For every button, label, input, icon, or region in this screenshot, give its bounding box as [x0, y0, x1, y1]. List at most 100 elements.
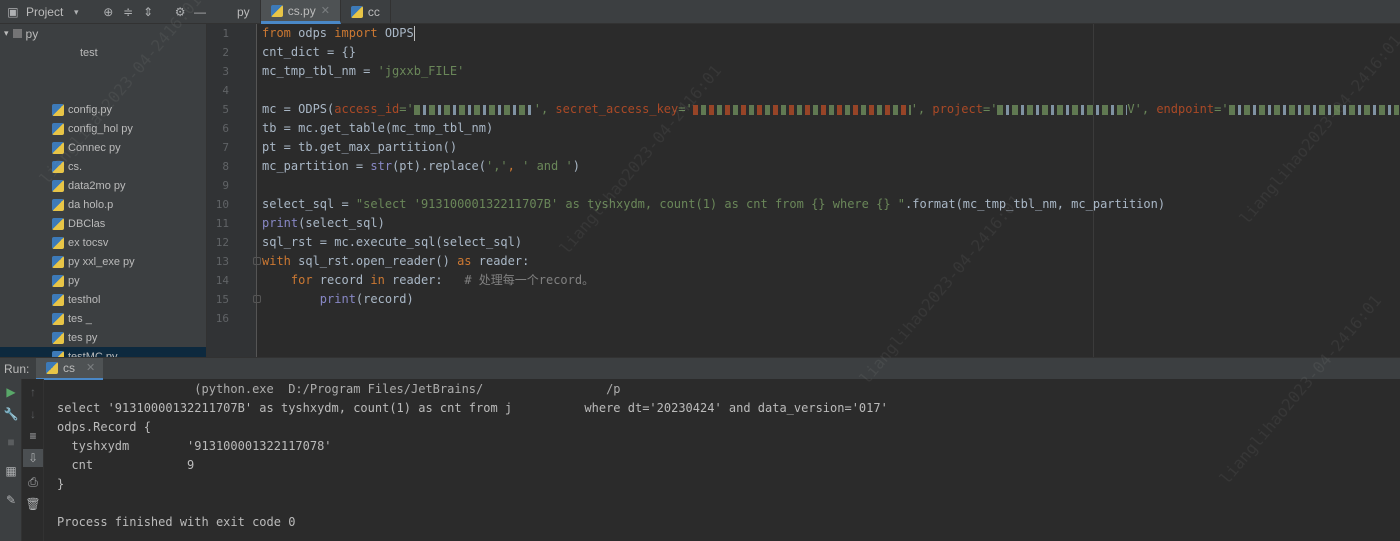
- file-item[interactable]: py: [0, 271, 206, 290]
- file-item[interactable]: da holo.p: [0, 195, 206, 214]
- chevron-down-icon[interactable]: ▾: [4, 28, 9, 39]
- file-label: tes py: [68, 331, 98, 344]
- tree-root[interactable]: ▾ py: [0, 24, 206, 43]
- token: sql_rst.open_reader(): [290, 254, 458, 268]
- tab-file-3[interactable]: cc: [341, 0, 391, 24]
- down-icon[interactable]: ↓: [23, 405, 43, 423]
- file-item[interactable]: cs.: [0, 157, 206, 176]
- tab-label: cc: [367, 5, 380, 19]
- file-item[interactable]: data2mo py: [0, 176, 206, 195]
- console-output[interactable]: (python.exe D:/Program Files/JetBrains/ …: [57, 380, 1397, 532]
- print-icon[interactable]: ⎙: [23, 473, 43, 491]
- python-file-icon: [52, 293, 64, 306]
- kw: with: [262, 254, 291, 268]
- code-area[interactable]: from odps import ODPS cnt_dict = {} mc_t…: [262, 24, 1400, 328]
- python-file-icon: [52, 198, 64, 211]
- string: ' and ': [522, 159, 573, 173]
- run-icon[interactable]: ▶: [1, 383, 21, 401]
- string: ',: [910, 102, 933, 116]
- string: =': [399, 102, 414, 116]
- string: =': [678, 102, 693, 116]
- pin-icon[interactable]: ✎: [1, 491, 21, 509]
- code-line-1[interactable]: from odps import ODPS: [262, 24, 1400, 43]
- code-line-15[interactable]: print(record): [262, 290, 1400, 309]
- string: ',': [485, 159, 508, 173]
- folder-icon: [12, 29, 22, 38]
- tree-sub[interactable]: test: [0, 43, 206, 62]
- file-list: config.py config_hol py Connec py cs. data2m…: [0, 100, 206, 357]
- code-line-11[interactable]: print(select_sql): [262, 214, 1400, 233]
- python-file-icon: [52, 141, 64, 154]
- code-line-16[interactable]: [262, 309, 1400, 328]
- file-item[interactable]: Connec py: [0, 138, 206, 157]
- gear-icon[interactable]: ⚙: [173, 5, 187, 19]
- token: ): [572, 159, 580, 173]
- code-line-12[interactable]: sql_rst = mc.execute_sql(select_sql): [262, 233, 1400, 252]
- code-editor[interactable]: 1 2 3 4 5 6 7 8 9 10 11 12 13 14 15 16 from odps import…: [207, 24, 1400, 357]
- tab-file-1[interactable]: py: [207, 0, 261, 24]
- code-line-4[interactable]: [262, 81, 1400, 100]
- minimize-icon[interactable]: —: [193, 5, 207, 19]
- python-file-icon: [52, 236, 64, 249]
- chevron-down-icon[interactable]: ▾: [69, 5, 83, 19]
- console-line: tyshxydm '913100001322117078': [57, 439, 332, 453]
- line-number: 2: [222, 46, 229, 59]
- python-file-icon: [52, 331, 64, 344]
- file-item[interactable]: tes py: [0, 328, 206, 347]
- code-line-3[interactable]: mc_tmp_tbl_nm = 'jgxxb_FILE': [262, 62, 1400, 81]
- settings-icon[interactable]: 🔧: [1, 405, 21, 423]
- file-label: py xxl_exe py: [68, 255, 135, 268]
- close-icon[interactable]: ✕: [321, 4, 330, 17]
- file-item[interactable]: py xxl_exe py: [0, 252, 206, 271]
- layout-icon[interactable]: ▦: [1, 462, 21, 480]
- code-line-10[interactable]: select_sql = "select '91310000132211707B…: [262, 195, 1400, 214]
- line-number: 13: [215, 255, 229, 268]
- project-title[interactable]: Project: [26, 5, 63, 19]
- fold-marker-icon[interactable]: [253, 257, 261, 265]
- project-folder-icon: ▣: [7, 5, 19, 19]
- code-line-6[interactable]: tb = mc.get_table(mc_tmp_tbl_nm): [262, 119, 1400, 138]
- code-line-9[interactable]: [262, 176, 1400, 195]
- tab-cs-py[interactable]: cs.py ✕: [260, 0, 341, 24]
- file-item[interactable]: testMC.py: [0, 347, 206, 357]
- trash-icon[interactable]: 🗑: [23, 495, 43, 513]
- python-file-icon: [52, 274, 64, 287]
- stop-icon[interactable]: ■: [1, 433, 21, 451]
- locate-icon[interactable]: ⊕: [101, 5, 115, 19]
- python-file-icon: [52, 160, 64, 173]
- file-label: da holo.p: [68, 198, 114, 211]
- up-icon[interactable]: ↑: [23, 383, 43, 401]
- file-item[interactable]: testhol: [0, 290, 206, 309]
- line-number: 10: [215, 198, 229, 211]
- file-item[interactable]: config_hol py: [0, 119, 206, 138]
- redacted: [1228, 104, 1399, 115]
- token: (select_sql): [298, 216, 385, 230]
- scroll-to-end-icon[interactable]: ⇩: [23, 449, 43, 467]
- code-line-5[interactable]: mc = ODPS(access_id=' ', secret_access_ke…: [262, 100, 1400, 119]
- run-tab-cs[interactable]: cs ✕: [36, 357, 104, 380]
- file-item[interactable]: ex tocsv: [0, 233, 206, 252]
- line-number: 1: [222, 27, 229, 40]
- collapse-all-icon[interactable]: ≑: [121, 5, 135, 19]
- run-label: Run:: [4, 361, 30, 376]
- code-line-14[interactable]: for record in reader: # 处理每一个record。: [262, 271, 1400, 290]
- tab-label: py: [237, 5, 250, 19]
- code-line-8[interactable]: mc_partition = str(pt).replace(',', ' an…: [262, 157, 1400, 176]
- token: reader:: [471, 254, 530, 268]
- code-line-2[interactable]: cnt_dict = {}: [262, 43, 1400, 62]
- line-gutter: 1 2 3 4 5 6 7 8 9 10 11 12 13 14 15 16: [207, 24, 261, 357]
- soft-wrap-icon[interactable]: ≡: [23, 427, 43, 445]
- code-line-13[interactable]: with sql_rst.open_reader() as reader:: [262, 252, 1400, 271]
- file-item[interactable]: tes _: [0, 309, 206, 328]
- code-line-7[interactable]: pt = tb.get_max_partition(): [262, 138, 1400, 157]
- python-file-icon: [52, 255, 64, 268]
- fold-marker-icon[interactable]: [253, 295, 261, 303]
- expand-all-icon[interactable]: ⇕: [141, 5, 155, 19]
- file-item[interactable]: DBClas: [0, 214, 206, 233]
- file-item[interactable]: config.py: [0, 100, 206, 119]
- run-toolbar: ▶ 🔧 ■ ▦ ✎: [0, 379, 22, 541]
- line-number: 15: [215, 293, 229, 306]
- close-icon[interactable]: ✕: [86, 361, 95, 374]
- project-tree: ▾ py test config.py config_hol py Connec p…: [0, 24, 207, 357]
